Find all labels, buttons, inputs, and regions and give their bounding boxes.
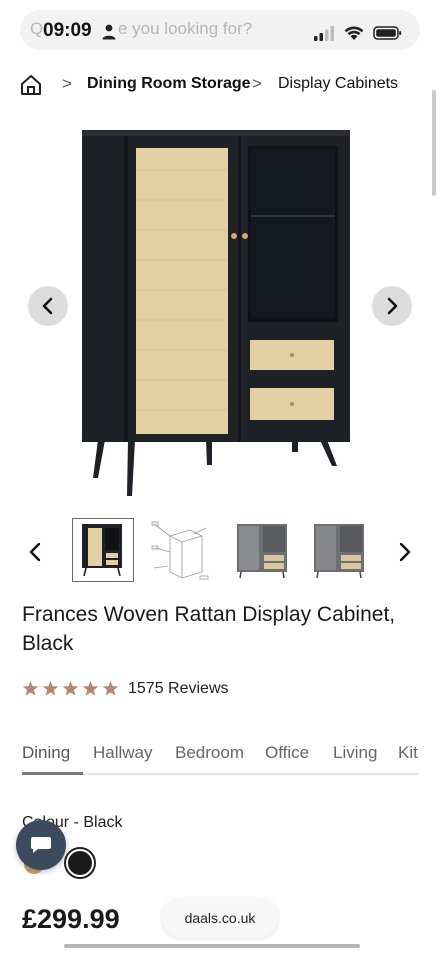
status-time: 09:09 (43, 20, 94, 42)
chevron-right-icon (387, 297, 398, 315)
tab-dining[interactable]: Dining (22, 743, 70, 763)
thumbnail-prev-icon[interactable] (24, 538, 48, 566)
search-placeholder: e you looking for? (118, 19, 253, 38)
star-icon (22, 680, 39, 696)
breadcrumb-separator: > (62, 74, 72, 93)
tab-kitchen-label: Kit (398, 743, 418, 762)
chat-icon (31, 837, 51, 853)
tab-office[interactable]: Office (265, 743, 309, 763)
star-icon (42, 680, 59, 696)
tab-bedroom[interactable]: Bedroom (175, 743, 244, 763)
wifi-icon (344, 26, 364, 40)
thumbnail-4[interactable] (308, 518, 370, 582)
product-title: Frances Woven Rattan Display Cabinet, Bl… (22, 603, 396, 655)
person-icon (102, 24, 116, 40)
colour-swatch-black[interactable] (64, 847, 96, 879)
home-icon[interactable] (20, 74, 42, 96)
thumbnail-2[interactable] (150, 518, 212, 582)
product-image (82, 130, 350, 496)
thumbnail-open-cabinet-image (314, 524, 364, 579)
thumbnail-cabinet-image (82, 524, 122, 577)
status-icons (314, 26, 402, 41)
breadcrumb-separator: > (252, 74, 262, 93)
tab-active-indicator (22, 772, 83, 775)
thumbnail-1[interactable] (72, 518, 134, 582)
reviews-link[interactable]: 1575 Reviews (128, 680, 229, 698)
chevron-left-icon (42, 297, 53, 315)
rating-stars (22, 680, 119, 696)
breadcrumb-display-cabinets[interactable]: Display Cabinets (278, 75, 398, 93)
thumbnail-3[interactable] (231, 518, 293, 582)
product-price: £299.99 (22, 904, 120, 934)
tab-living[interactable]: Living (333, 743, 377, 763)
search-placeholder-q: Q (30, 19, 44, 38)
chat-button[interactable] (16, 820, 66, 870)
star-icon (82, 680, 99, 696)
browser-domain: daals.co.uk (184, 910, 256, 926)
image-next-button[interactable] (372, 286, 412, 326)
signal-icon (314, 26, 334, 41)
battery-icon (373, 26, 402, 40)
thumbnail-next-icon[interactable] (392, 538, 416, 566)
scrollbar-thumb[interactable] (432, 90, 436, 196)
thumbnail-diagram-image (151, 521, 209, 580)
tab-kitchen[interactable]: Kit (398, 740, 420, 766)
thumbnail-open-cabinet-image (237, 524, 287, 579)
star-icon (102, 680, 119, 696)
browser-address-pill[interactable]: daals.co.uk (162, 898, 278, 938)
tab-hallway[interactable]: Hallway (93, 743, 153, 763)
home-indicator[interactable] (64, 944, 360, 948)
star-icon (62, 680, 79, 696)
image-prev-button[interactable] (28, 286, 68, 326)
breadcrumb-dining-room-storage[interactable]: Dining Room Storage (87, 75, 251, 93)
